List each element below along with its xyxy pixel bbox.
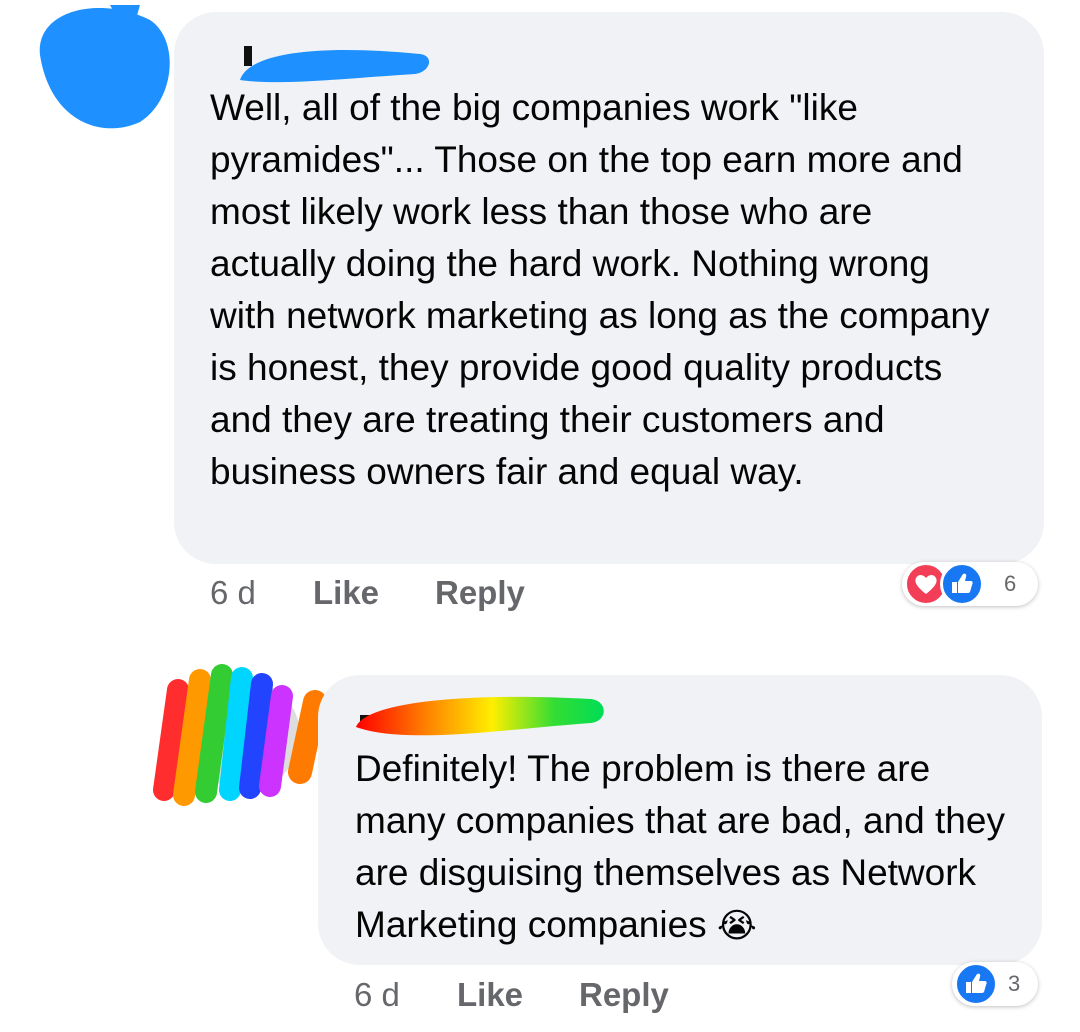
author-name[interactable] [210,40,430,88]
comment-bubble: Definitely! The problem is there are man… [318,675,1042,965]
like-reaction-icon [954,962,998,1006]
reactions-summary[interactable]: 6 [902,562,1038,606]
like-button[interactable]: Like [313,574,379,612]
like-button[interactable]: Like [457,976,523,1014]
comment-age[interactable]: 6 d [354,976,400,1014]
reactions-summary[interactable]: 3 [952,962,1038,1006]
comment-bubble: Well, all of the big companies work "lik… [174,12,1044,564]
reply-button[interactable]: Reply [435,574,525,612]
comment-actions: 6 d Like Reply [210,574,610,614]
reply-button[interactable]: Reply [579,976,669,1014]
reaction-count: 6 [1004,571,1017,596]
like-reaction-icon [940,562,984,606]
reaction-count: 3 [1008,971,1021,996]
comment-actions: 6 d Like Reply [354,976,754,1016]
avatar[interactable] [150,660,330,810]
crying-face-emoji: 😭 [716,907,757,945]
comment-text: Definitely! The problem is there are man… [355,743,1005,952]
author-name[interactable] [346,687,606,747]
comment-age[interactable]: 6 d [210,574,256,612]
avatar[interactable] [30,0,170,130]
comment-text-content: Definitely! The problem is there are man… [355,748,1005,945]
comment-text: Well, all of the big companies work "lik… [210,87,990,492]
